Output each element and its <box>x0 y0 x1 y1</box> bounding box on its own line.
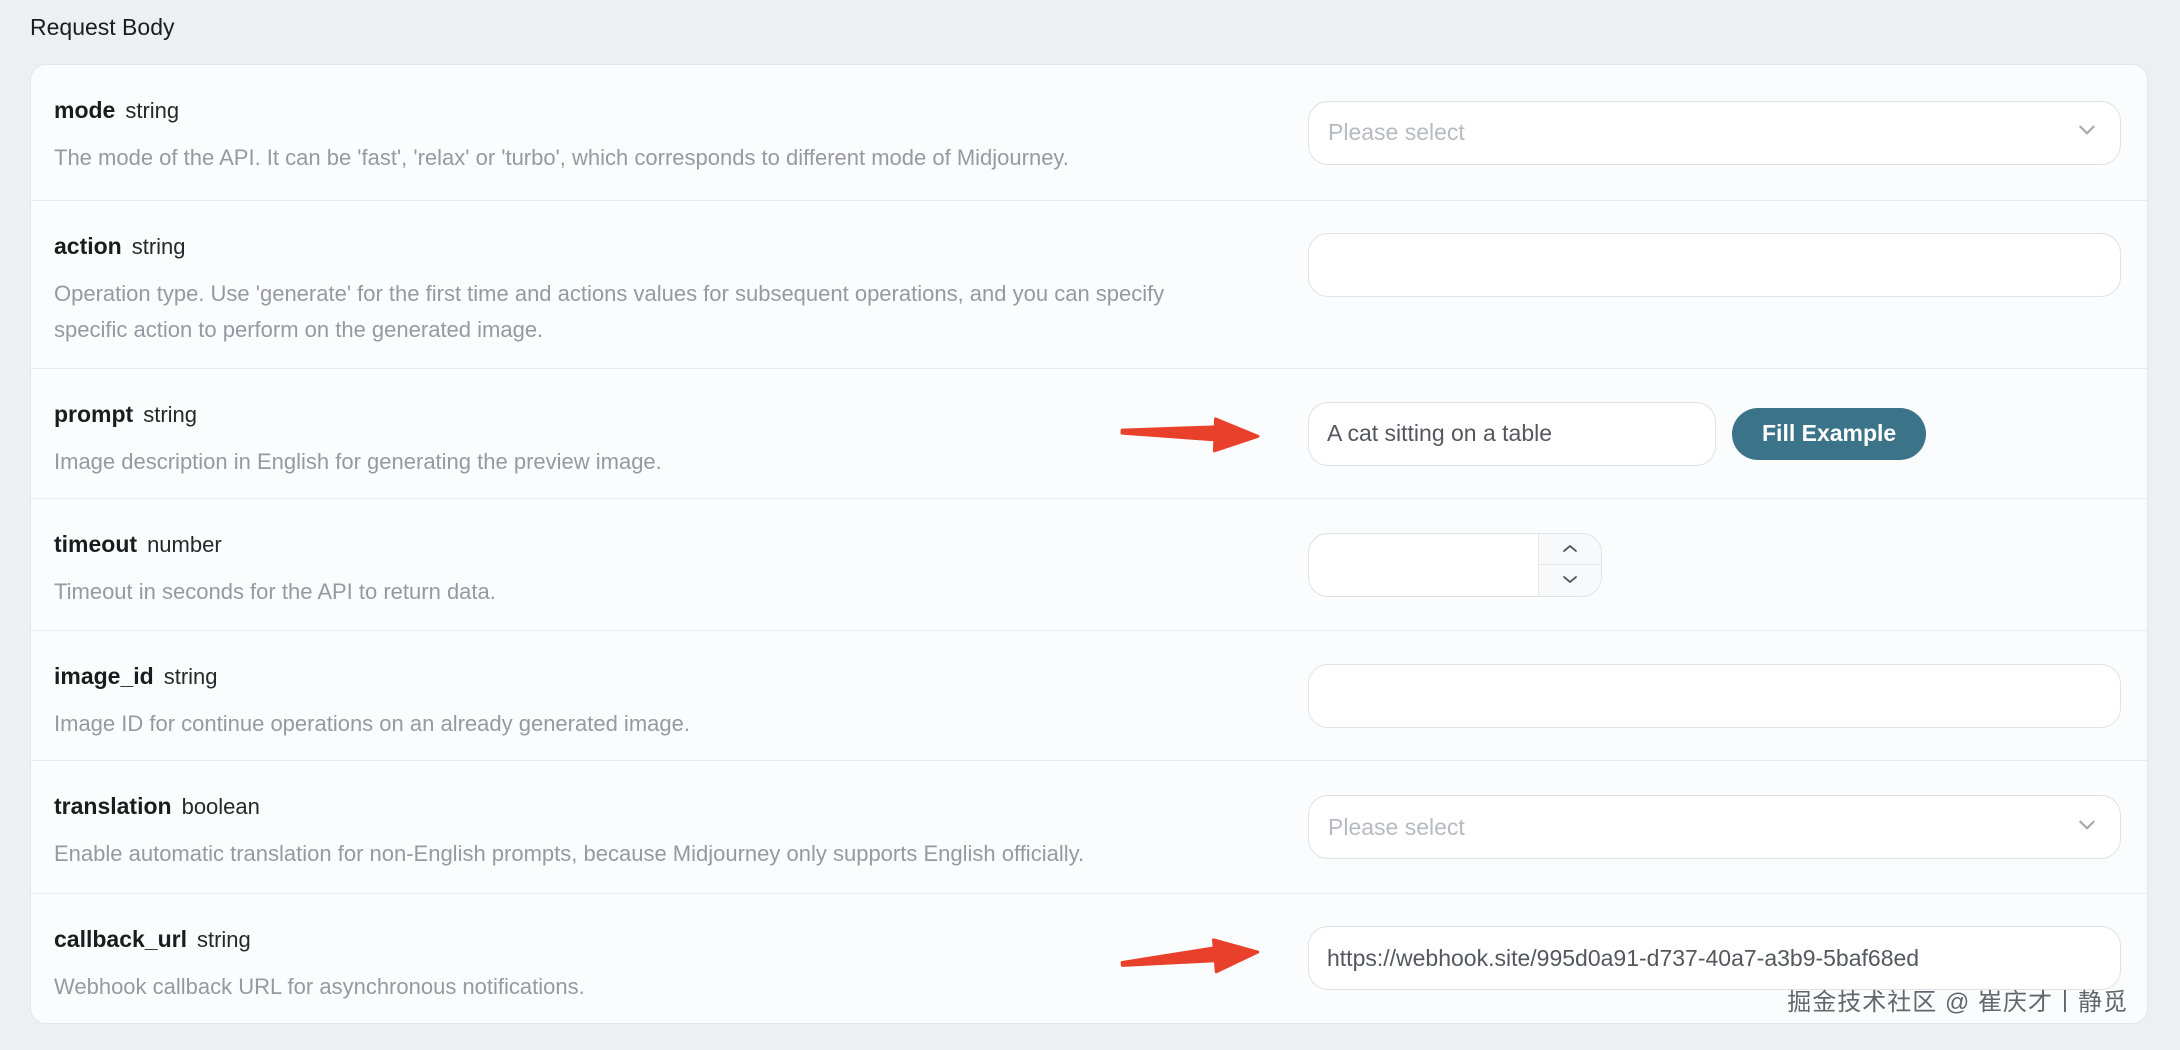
chevron-down-icon <box>2076 814 2098 841</box>
param-control-cell: Please select <box>1279 65 2147 200</box>
select-placeholder: Please select <box>1328 814 1465 841</box>
stepper-down-icon <box>1562 571 1578 589</box>
param-name: mode <box>54 97 115 123</box>
param-row-image-id: image_id string Image ID for continue ope… <box>31 630 2147 760</box>
stepper-decrement-button[interactable] <box>1539 565 1601 596</box>
param-name: timeout <box>54 531 137 557</box>
param-type: string <box>197 927 251 952</box>
param-heading: timeout number <box>54 531 1279 558</box>
param-control-cell: Please select <box>1279 761 2147 893</box>
stepper-up-icon <box>1562 540 1578 558</box>
stepper-increment-button[interactable] <box>1539 534 1601 566</box>
param-name: image_id <box>54 663 154 689</box>
action-input[interactable] <box>1308 233 2121 297</box>
number-value-area[interactable] <box>1309 534 1538 596</box>
param-row-timeout: timeout number Timeout in seconds for the… <box>31 498 2147 630</box>
param-row-action: action string Operation type. Use 'genera… <box>31 200 2147 368</box>
param-meta: mode string The mode of the API. It can b… <box>31 65 1279 200</box>
watermark-text: 掘金技术社区 @ 崔庆才丨静觅 <box>1787 982 2128 1017</box>
param-type: string <box>143 402 197 427</box>
param-heading: mode string <box>54 97 1279 124</box>
input-value: A cat sitting on a table <box>1327 420 1552 447</box>
param-description: Image ID for continue operations on an a… <box>54 706 1279 742</box>
number-stepper <box>1538 534 1601 596</box>
param-heading: callback_url string <box>54 926 1279 953</box>
param-meta: prompt string Image description in Englis… <box>31 369 1279 498</box>
param-description: Webhook callback URL for asynchronous no… <box>54 969 1279 1005</box>
param-control-cell <box>1279 201 2147 368</box>
param-name: translation <box>54 793 172 819</box>
timeout-number-input[interactable] <box>1308 533 1602 597</box>
param-description: The mode of the API. It can be 'fast', '… <box>54 140 1279 176</box>
param-name: callback_url <box>54 926 187 952</box>
param-control-cell <box>1279 631 2147 760</box>
param-heading: image_id string <box>54 663 1279 690</box>
param-type: boolean <box>182 794 260 819</box>
request-body-card: mode string The mode of the API. It can b… <box>30 64 2148 1024</box>
param-type: string <box>125 98 179 123</box>
param-heading: action string <box>54 233 1279 260</box>
param-meta: image_id string Image ID for continue ope… <box>31 631 1279 760</box>
param-description: Enable automatic translation for non-Eng… <box>54 836 1279 872</box>
select-placeholder: Please select <box>1328 119 1465 146</box>
mode-select[interactable]: Please select <box>1308 101 2121 165</box>
translation-select[interactable]: Please select <box>1308 795 2121 859</box>
param-meta: callback_url string Webhook callback URL … <box>31 894 1279 1022</box>
param-name: prompt <box>54 401 133 427</box>
param-type: number <box>147 532 222 557</box>
param-row-translation: translation boolean Enable automatic tran… <box>31 760 2147 893</box>
param-control-cell: A cat sitting on a table Fill Example <box>1279 369 2147 498</box>
image-id-input[interactable] <box>1308 664 2121 728</box>
param-meta: action string Operation type. Use 'genera… <box>31 201 1279 368</box>
param-row-prompt: prompt string Image description in Englis… <box>31 368 2147 498</box>
callback-url-input[interactable]: https://webhook.site/995d0a91-d737-40a7-… <box>1308 926 2121 990</box>
param-meta: translation boolean Enable automatic tran… <box>31 761 1279 893</box>
param-description: Operation type. Use 'generate' for the f… <box>54 276 1199 348</box>
param-heading: prompt string <box>54 401 1279 428</box>
param-row-mode: mode string The mode of the API. It can b… <box>31 65 2147 200</box>
prompt-input[interactable]: A cat sitting on a table <box>1308 402 1716 466</box>
param-meta: timeout number Timeout in seconds for the… <box>31 499 1279 630</box>
param-type: string <box>164 664 218 689</box>
param-description: Image description in English for generat… <box>54 444 1279 480</box>
param-name: action <box>54 233 122 259</box>
param-description: Timeout in seconds for the API to return… <box>54 574 1279 610</box>
page-title: Request Body <box>30 12 174 42</box>
param-control-cell <box>1279 499 2147 630</box>
param-type: string <box>132 234 186 259</box>
fill-example-button[interactable]: Fill Example <box>1732 408 1926 460</box>
input-value: https://webhook.site/995d0a91-d737-40a7-… <box>1327 945 1919 972</box>
chevron-down-icon <box>2076 119 2098 146</box>
param-heading: translation boolean <box>54 793 1279 820</box>
